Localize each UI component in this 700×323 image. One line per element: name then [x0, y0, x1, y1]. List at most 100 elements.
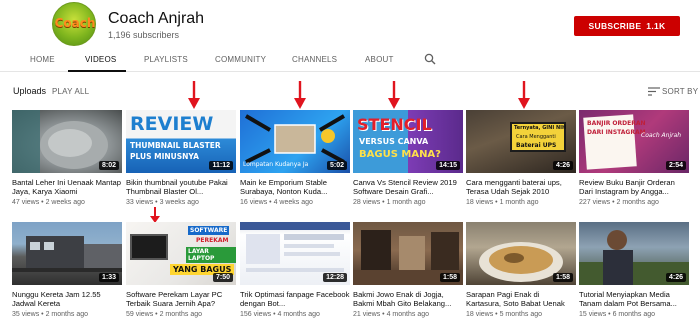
video-thumbnail[interactable]: 1:58 — [466, 222, 576, 285]
tab-community[interactable]: COMMUNITY — [215, 55, 266, 64]
upload-age: 1 month ago — [386, 199, 426, 207]
video-thumbnail[interactable]: 12:28 — [240, 222, 350, 285]
video-card[interactable]: Ternyata, GINI NIH Cara Mengganti Batera… — [466, 110, 576, 206]
channel-header: Coach Coach Anjrah 1,196 subscribers SUB… — [0, 0, 700, 46]
thumbnail-text: REVIEW — [130, 113, 214, 135]
play-all-button[interactable]: PLAY ALL — [52, 87, 89, 96]
red-arrow-annotation — [388, 81, 400, 109]
video-title[interactable]: Sarapan Pagi Enak di Kartasura, Soto Bab… — [466, 290, 576, 308]
upload-age: 4 months ago — [386, 311, 429, 319]
video-card[interactable]: 8:02 Bantal Leher Ini Uenaak Mantap Jaya… — [12, 110, 122, 206]
thumbnail-text: BANJIR ORDERAN — [587, 120, 646, 127]
video-duration: 1:58 — [552, 273, 573, 282]
video-thumbnail[interactable]: 1:58 — [353, 222, 463, 285]
video-title[interactable]: Cara mengganti baterai ups, Terasa Udah … — [466, 178, 576, 196]
thumbnail-laptop — [130, 234, 168, 260]
video-thumbnail[interactable]: STENCIL VERSUS CANVA BAGUS MANA? 14:15 — [353, 110, 463, 173]
video-title[interactable]: Trik Optimasi fanpage Facebook dengan Bo… — [240, 290, 350, 308]
video-meta: 18 views • 5 months ago — [466, 311, 542, 319]
video-card[interactable]: 12:28 Trik Optimasi fanpage Facebook den… — [240, 222, 350, 318]
video-thumbnail[interactable]: SOFTWARE PEREKAM LAYAR LAPTOP YANG BAGUS… — [126, 222, 236, 285]
tab-channels[interactable]: CHANNELS — [292, 55, 337, 64]
active-tab-indicator — [68, 70, 126, 72]
video-title[interactable]: Bantal Leher Ini Uenaak Mantap Jaya, Kar… — [12, 178, 122, 196]
thumbnail-text: DARI INSTAGRAM — [587, 129, 646, 136]
video-title[interactable]: Tutorial Menyiapkan Media Tanam dalam Po… — [579, 290, 689, 308]
view-count: 18 views — [466, 199, 494, 207]
thumbnail-text: PEREKAM — [196, 237, 229, 244]
video-card[interactable]: 1:58 Sarapan Pagi Enak di Kartasura, Sot… — [466, 222, 576, 318]
red-arrow-annotation — [294, 81, 306, 109]
video-card[interactable]: STENCIL VERSUS CANVA BAGUS MANA? 14:15 C… — [353, 110, 463, 206]
video-duration: 4:26 — [665, 273, 686, 282]
red-arrow-annotation — [188, 81, 200, 109]
view-count: 28 views — [353, 199, 381, 207]
video-thumbnail[interactable]: Lompatan Kudanya Ja 5:02 — [240, 110, 350, 173]
video-title[interactable]: Bikin thumbnail youtube Pakai Thumbnail … — [126, 178, 236, 196]
video-thumbnail[interactable]: 1:33 — [12, 222, 122, 285]
thumbnail-text: BAGUS MANA? — [359, 149, 441, 160]
view-count: 18 views — [466, 311, 494, 319]
video-meta: 21 views • 4 months ago — [353, 311, 429, 319]
video-card[interactable]: 4:26 Tutorial Menyiapkan Media Tanam dal… — [579, 222, 689, 318]
thumbnail-text: Baterai UPS — [516, 142, 557, 149]
video-duration: 1:58 — [439, 273, 460, 282]
tab-about[interactable]: ABOUT — [365, 55, 394, 64]
video-meta: 33 views • 3 weeks ago — [126, 199, 199, 207]
thumbnail-text: Coach Anjrah — [641, 132, 682, 139]
video-meta: 156 views • 4 months ago — [240, 311, 320, 319]
video-title[interactable]: Bakmi Jowo Enak di Jogja, Bakmi Mbah Git… — [353, 290, 463, 308]
thumbnail-text: LAYAR LAPTOP — [186, 247, 236, 263]
video-card[interactable]: 1:58 Bakmi Jowo Enak di Jogja, Bakmi Mba… — [353, 222, 463, 318]
view-count: 21 views — [353, 311, 381, 319]
video-duration: 5:02 — [326, 161, 347, 170]
tab-videos[interactable]: VIDEOS — [85, 55, 116, 64]
thumbnail-text: Ternyata, GINI NIH — [514, 125, 567, 131]
video-title[interactable]: Canva Vs Stencil Review 2019 Software De… — [353, 178, 463, 196]
tab-home[interactable]: HOME — [30, 55, 55, 64]
thumbnail-text: STENCIL — [357, 115, 432, 134]
subscribe-button[interactable]: SUBSCRIBE 1.1K — [574, 16, 680, 36]
upload-age: 5 months ago — [499, 311, 542, 319]
thumbnail-text: PLUS MINUSNYA — [130, 152, 199, 161]
video-thumbnail[interactable]: Ternyata, GINI NIH Cara Mengganti Batera… — [466, 110, 576, 173]
video-card[interactable]: REVIEW THUMBNAIL BLASTER PLUS MINUSNYA 1… — [126, 110, 236, 206]
video-meta: 227 views • 2 months ago — [579, 199, 659, 207]
view-count: 16 views — [240, 199, 268, 207]
video-meta: 59 views • 2 months ago — [126, 311, 202, 319]
subscribe-count: 1.1K — [646, 21, 666, 31]
subscribe-label: SUBSCRIBE — [588, 21, 642, 31]
video-duration: 7:50 — [212, 273, 233, 282]
upload-age: 2 months ago — [159, 311, 202, 319]
tab-playlists[interactable]: PLAYLISTS — [144, 55, 188, 64]
video-card[interactable]: SOFTWARE PEREKAM LAYAR LAPTOP YANG BAGUS… — [126, 222, 236, 318]
video-title[interactable]: Software Perekam Layar PC Terbaik Suara … — [126, 290, 236, 308]
video-duration: 12:28 — [323, 273, 347, 282]
uploads-title: Uploads — [13, 86, 47, 96]
video-duration: 8:02 — [98, 161, 119, 170]
video-meta: 28 views • 1 month ago — [353, 199, 426, 207]
video-title[interactable]: Nunggu Kereta Jam 12.55 Jadwal Kereta — [12, 290, 122, 308]
video-meta: 16 views • 4 weeks ago — [240, 199, 313, 207]
video-duration: 1:33 — [98, 273, 119, 282]
thumbnail-text: Lompatan Kudanya Ja — [243, 161, 309, 168]
video-title[interactable]: Main ke Emporium Stable Surabaya, Nonton… — [240, 178, 350, 196]
video-card[interactable]: 1:33 Nunggu Kereta Jam 12.55 Jadwal Kere… — [12, 222, 122, 318]
view-count: 33 views — [126, 199, 154, 207]
video-thumbnail[interactable]: 8:02 — [12, 110, 122, 173]
video-thumbnail[interactable]: REVIEW THUMBNAIL BLASTER PLUS MINUSNYA 1… — [126, 110, 236, 173]
sort-by-button[interactable]: SORT BY — [662, 87, 698, 96]
video-thumbnail[interactable]: BANJIR ORDERAN DARI INSTAGRAM Coach Anjr… — [579, 110, 689, 173]
channel-avatar[interactable]: Coach — [52, 2, 96, 46]
video-duration: 11:12 — [209, 161, 233, 170]
subscriber-count: 1,196 subscribers — [108, 30, 180, 40]
video-card[interactable]: BANJIR ORDERAN DARI INSTAGRAM Coach Anjr… — [579, 110, 689, 206]
channel-name: Coach Anjrah — [108, 10, 205, 27]
video-duration: 2:54 — [665, 161, 686, 170]
video-thumbnail[interactable]: 4:26 — [579, 222, 689, 285]
sort-icon[interactable] — [648, 87, 660, 96]
video-card[interactable]: Lompatan Kudanya Ja 5:02 Main ke Emporiu… — [240, 110, 350, 206]
upload-age: 2 months ago — [45, 311, 88, 319]
video-title[interactable]: Review Buku Banjir Orderan Dari Instagra… — [579, 178, 689, 196]
search-icon[interactable] — [424, 53, 436, 65]
